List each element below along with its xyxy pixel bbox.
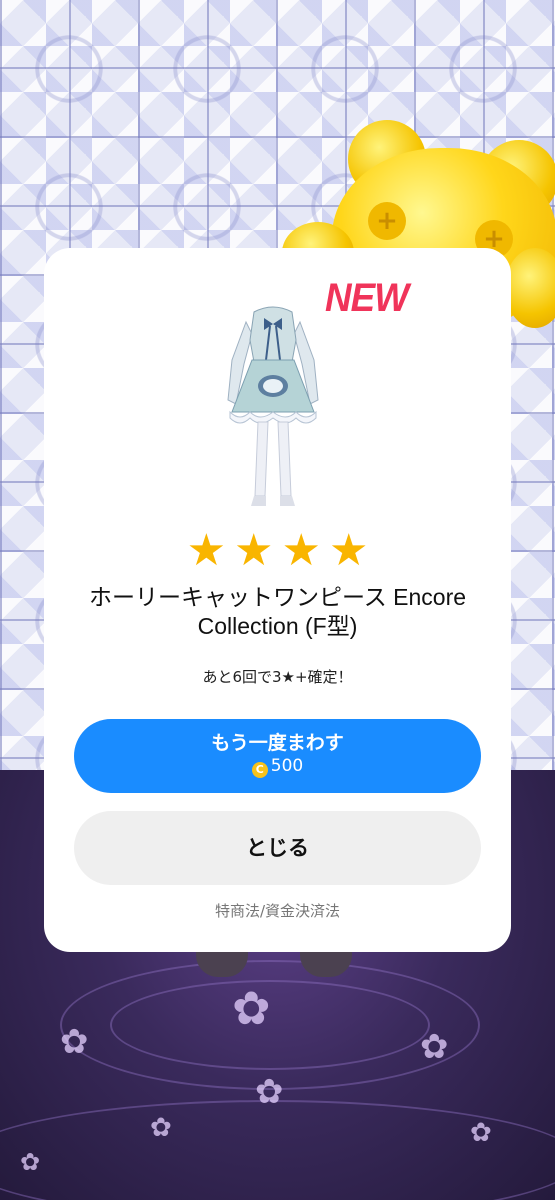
item-name: ホーリーキャットワンピース Encore Collection (F型) bbox=[88, 584, 467, 639]
pity-counter-text: あと6回で3★+確定！ bbox=[202, 668, 353, 686]
spin-cost-value: 500 bbox=[270, 756, 304, 776]
spin-again-label: もう一度まわす bbox=[211, 732, 344, 754]
star-icon: ★ bbox=[186, 525, 227, 576]
new-badge: NEW bbox=[325, 276, 409, 320]
dress-item-image bbox=[227, 306, 319, 506]
star-icon: ★ bbox=[281, 525, 321, 576]
coin-icon: C bbox=[251, 762, 268, 778]
spin-again-button[interactable]: もう一度まわす C 500 bbox=[74, 719, 481, 793]
spin-cost: C 500 bbox=[74, 755, 481, 778]
legal-notice-link[interactable]: 特商法/資金決済法 bbox=[64, 900, 491, 922]
star-icon: ★ bbox=[234, 525, 274, 576]
close-button[interactable]: とじる bbox=[74, 811, 481, 885]
star-icon: ★ bbox=[328, 525, 369, 576]
rarity-stars: ★ ★ ★ ★ bbox=[0, 528, 555, 574]
